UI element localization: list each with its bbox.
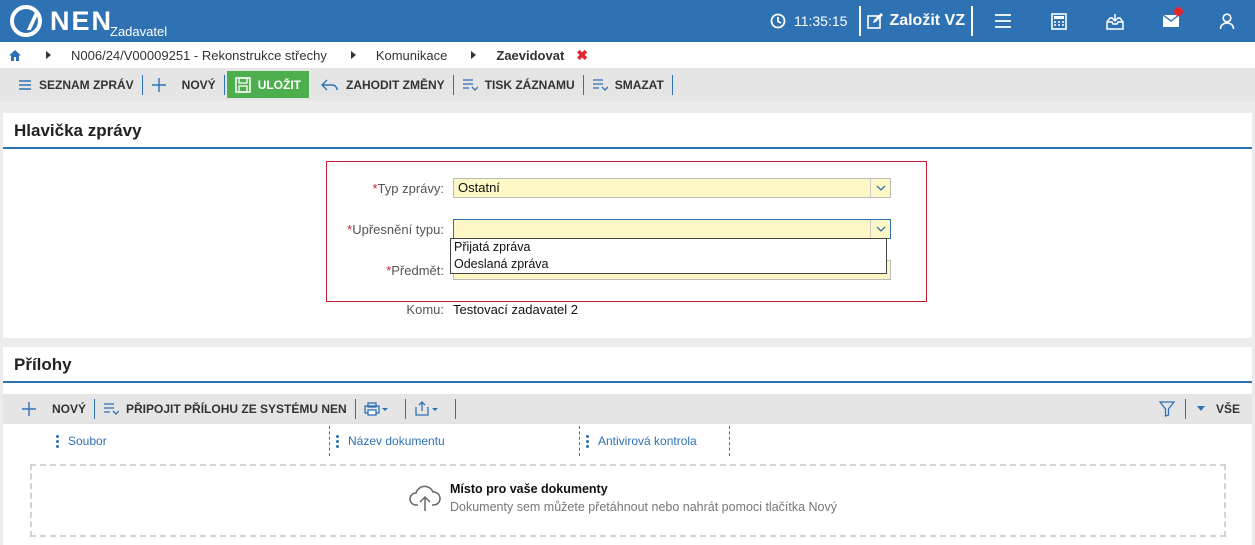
column-header-document-name[interactable]: Název dokumentu xyxy=(336,428,445,454)
report-icon xyxy=(592,78,608,91)
chevron-down-icon[interactable] xyxy=(870,220,890,238)
breadcrumb-item-communication[interactable]: Komunikace xyxy=(376,48,448,63)
new-label: NOVÝ xyxy=(181,77,216,92)
report-icon xyxy=(104,403,120,415)
clock-icon xyxy=(770,13,786,29)
column-menu-icon[interactable] xyxy=(586,433,589,450)
breadcrumb-arrow-icon xyxy=(350,51,356,59)
discard-changes-button[interactable]: ZAHODIT ZMĚNY xyxy=(315,71,451,98)
print-label: TISK ZÁZNAMU xyxy=(484,77,575,92)
logo-icon xyxy=(10,5,42,37)
home-icon[interactable] xyxy=(8,49,22,62)
column-menu-icon[interactable] xyxy=(336,433,339,450)
action-toolbar: SEZNAM ZPRÁV NOVÝ ULOŽIT ZAHODIT ZMĚNY T… xyxy=(0,68,1255,101)
report-icon xyxy=(462,78,478,91)
delete-label: SMAZAT xyxy=(614,77,664,92)
attach-from-system-button[interactable]: PŘIPOJIT PŘÍLOHU ZE SYSTÉMU NEN xyxy=(97,396,353,423)
session-clock: 11:35:15 xyxy=(770,13,857,29)
dropdown-option-received[interactable]: Přijatá zpráva xyxy=(451,239,886,256)
new-label: NOVÝ xyxy=(52,402,87,416)
clock-time: 11:35:15 xyxy=(793,13,848,29)
attachments-toolbar: NOVÝ PŘIPOJIT PŘÍLOHU ZE SYSTÉMU NEN VŠE xyxy=(3,394,1252,424)
menu-button[interactable] xyxy=(975,0,1031,42)
calculator-button[interactable] xyxy=(1031,0,1087,42)
recipient-row: Komu: Testovací zadavatel 2 xyxy=(338,302,578,317)
calculator-icon xyxy=(1051,12,1067,30)
filter-icon[interactable] xyxy=(1158,401,1175,417)
undo-icon xyxy=(321,79,338,90)
column-label: Název dokumentu xyxy=(348,434,445,448)
chevron-down-icon[interactable] xyxy=(870,179,890,197)
to-label: Komu: xyxy=(406,302,444,317)
column-header-file[interactable]: Soubor xyxy=(56,428,107,454)
plus-icon xyxy=(151,77,166,92)
column-menu-icon[interactable] xyxy=(56,433,59,450)
print-menu-button[interactable] xyxy=(358,396,403,423)
subtype-dropdown: Přijatá zpráva Odeslaná zpráva xyxy=(450,238,887,274)
subtype-select[interactable] xyxy=(453,219,891,239)
printer-icon xyxy=(364,402,388,416)
inbox-button[interactable] xyxy=(1087,0,1143,42)
breadcrumb-item-tender[interactable]: N006/24/V00009251 - Rekonstrukce střechy xyxy=(71,48,327,63)
type-select[interactable]: Ostatní xyxy=(453,178,891,198)
dropzone-hint: Dokumenty sem můžete přetáhnout nebo nah… xyxy=(450,500,838,514)
message-list-button[interactable]: SEZNAM ZPRÁV xyxy=(12,71,140,98)
dropdown-option-sent[interactable]: Odeslaná zpráva xyxy=(451,256,886,273)
delete-button[interactable]: SMAZAT xyxy=(586,71,670,98)
messages-button[interactable] xyxy=(1143,0,1199,42)
to-value: Testovací zadavatel 2 xyxy=(453,302,579,317)
user-button[interactable] xyxy=(1199,0,1255,42)
subtype-row: *Upřesnění typu: xyxy=(338,219,891,239)
brand-subtitle: Zadavatel xyxy=(110,24,168,39)
envelope-icon xyxy=(1162,14,1180,27)
type-value: Ostatní xyxy=(458,180,500,195)
section-title: Hlavička zprávy xyxy=(3,113,1252,149)
column-label: Soubor xyxy=(68,434,107,448)
message-list-label: SEZNAM ZPRÁV xyxy=(39,77,134,92)
export-menu-button[interactable] xyxy=(408,396,453,423)
floppy-icon xyxy=(234,76,251,93)
cloud-upload-icon xyxy=(409,485,441,511)
type-row: *Typ zprávy: Ostatní xyxy=(338,178,891,198)
column-label: Antivirová kontrola xyxy=(598,434,697,448)
brand-name: NEN xyxy=(50,5,114,36)
subject-label: Předmět: xyxy=(391,262,444,278)
subtype-label: Upřesnění typu: xyxy=(352,221,444,237)
add-attachment-button[interactable]: NOVÝ xyxy=(15,396,92,423)
hamburger-icon xyxy=(995,14,1011,28)
new-button[interactable]: NOVÝ xyxy=(145,71,222,98)
save-button[interactable]: ULOŽIT xyxy=(226,71,310,98)
column-header-antivirus[interactable]: Antivirová kontrola xyxy=(586,428,697,454)
attachments-section: Přílohy NOVÝ PŘIPOJIT PŘÍLOHU ZE SYSTÉMU… xyxy=(3,347,1252,545)
plus-icon xyxy=(22,402,36,416)
list-icon xyxy=(19,79,31,90)
dropzone-title: Místo pro vaše dokumenty xyxy=(450,482,608,496)
save-label: ULOŽIT xyxy=(257,77,302,92)
export-icon xyxy=(415,401,438,416)
user-icon xyxy=(1219,12,1235,29)
type-label: Typ zprávy: xyxy=(377,180,444,196)
caret-down-icon[interactable] xyxy=(1196,406,1206,412)
top-bar: NEN Zadavatel 11:35:15 Založit VZ xyxy=(0,0,1255,42)
edit-icon xyxy=(867,13,884,29)
attach-label: PŘIPOJIT PŘÍLOHU ZE SYSTÉMU NEN xyxy=(126,402,347,416)
document-dropzone[interactable]: Místo pro vaše dokumenty Dokumenty sem m… xyxy=(30,464,1226,537)
show-all-label[interactable]: VŠE xyxy=(1216,402,1240,416)
breadcrumb-current: Zaevidovat xyxy=(496,47,565,63)
inbox-icon xyxy=(1106,13,1124,30)
section-title: Přílohy xyxy=(3,347,1252,383)
message-header-section: Hlavička zprávy *Typ zprávy: Ostatní *Up… xyxy=(3,113,1252,338)
nen-logo[interactable]: NEN xyxy=(10,4,113,38)
discard-label: ZAHODIT ZMĚNY xyxy=(346,77,445,92)
close-icon[interactable]: ✖ xyxy=(576,47,588,64)
breadcrumb: N006/24/V00009251 - Rekonstrukce střechy… xyxy=(0,42,1255,68)
create-vz-button[interactable]: Založit VZ xyxy=(863,12,969,30)
breadcrumb-arrow-icon xyxy=(46,51,51,59)
attachments-table-header: Soubor Název dokumentu Antivirová kontro… xyxy=(3,424,1252,458)
notification-dot xyxy=(1174,7,1183,16)
create-vz-label: Založit VZ xyxy=(889,12,965,29)
breadcrumb-arrow-icon xyxy=(471,51,477,59)
print-record-button[interactable]: TISK ZÁZNAMU xyxy=(456,71,581,98)
